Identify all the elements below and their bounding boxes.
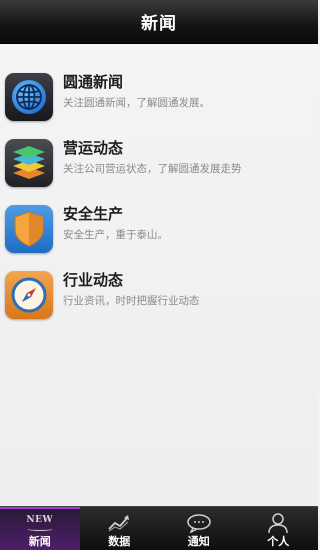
page-title: 新闻 (141, 14, 177, 34)
menu-item-desc: 安全生产，重于泰山。 (63, 229, 168, 241)
news-menu-list: 圆通新闻 关注圆通新闻，了解圆通发展。 营运动态 关注公司营运状态，了解圆通发展… (0, 44, 318, 506)
menu-item-desc: 关注圆通新闻，了解圆通发展。 (63, 97, 210, 109)
tab-data[interactable]: 数据 (80, 507, 160, 550)
menu-item-label: 圆通新闻 (63, 73, 124, 91)
chart-icon (107, 511, 131, 535)
menu-item-safety[interactable]: 安全生产 安全生产，重于泰山。 (0, 200, 318, 260)
header-bar: 新闻 (0, 0, 318, 44)
tab-profile[interactable]: 个人 (239, 507, 319, 550)
new-badge: NEW (26, 515, 54, 525)
tab-news[interactable]: NEW 新闻 (0, 507, 80, 550)
compass-icon (5, 271, 53, 319)
menu-item-yto-news[interactable]: 圆通新闻 关注圆通新闻，了解圆通发展。 (0, 68, 318, 128)
tab-notice[interactable]: 通知 (159, 507, 239, 550)
speech-bubble-icon (186, 511, 212, 535)
news-icon: NEW (26, 511, 53, 535)
menu-item-desc: 行业资讯，时时把握行业动态 (63, 295, 200, 307)
menu-item-desc: 关注公司营运状态，了解圆通发展走势 (63, 163, 242, 175)
menu-item-operations[interactable]: 营运动态 关注公司营运状态，了解圆通发展走势 (0, 134, 318, 194)
layers-icon (5, 139, 53, 187)
bottom-tab-bar: NEW 新闻 数据 通知 个人 (0, 506, 318, 550)
user-icon (267, 511, 289, 535)
tab-label: 个人 (267, 535, 290, 548)
tab-label: 通知 (187, 535, 210, 548)
tab-label: 新闻 (28, 535, 51, 548)
menu-item-industry[interactable]: 行业动态 行业资讯，时时把握行业动态 (0, 266, 318, 326)
menu-item-label: 营运动态 (63, 139, 124, 157)
tab-label: 数据 (108, 535, 131, 548)
shield-icon (5, 205, 53, 253)
globe-icon (5, 73, 53, 121)
menu-item-label: 安全生产 (63, 205, 124, 223)
menu-item-label: 行业动态 (63, 271, 124, 289)
